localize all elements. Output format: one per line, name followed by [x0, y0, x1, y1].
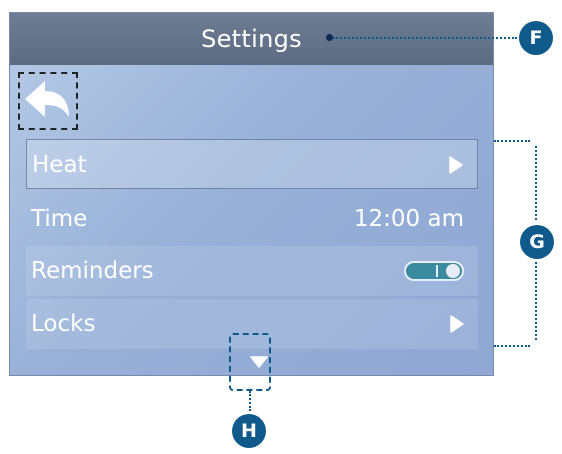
- callout-h-box: [229, 333, 271, 391]
- back-button[interactable]: [18, 72, 78, 130]
- menu-row-reminders[interactable]: Reminders: [26, 246, 478, 296]
- chevron-right-icon: [450, 315, 464, 333]
- time-value: 12:00 am: [353, 206, 464, 232]
- menu-row-heat[interactable]: Heat: [26, 139, 478, 189]
- title-bar: Settings: [10, 13, 493, 65]
- menu-row-label: Time: [31, 206, 88, 232]
- callout-f-leader: [333, 37, 517, 39]
- toggle-knob: [446, 264, 460, 278]
- menu-row-label: Locks: [31, 311, 96, 337]
- callout-f-dot: [326, 34, 333, 41]
- callout-g-bracket-side-lower: [535, 262, 537, 340]
- callout-f-badge: F: [519, 21, 553, 55]
- back-arrow-icon: [25, 81, 69, 117]
- callout-g-bracket-bottom: [494, 345, 530, 347]
- page-title: Settings: [201, 25, 302, 53]
- reminders-toggle[interactable]: [404, 261, 464, 281]
- menu-row-label: Heat: [32, 152, 87, 178]
- menu-row-label: Reminders: [31, 258, 154, 284]
- callout-g-bracket-side-upper: [535, 146, 537, 220]
- callout-h-leader: [249, 391, 251, 411]
- callout-h-badge: H: [232, 414, 266, 448]
- menu-row-time[interactable]: Time 12:00 am: [26, 194, 478, 244]
- callout-g-badge: G: [520, 225, 554, 259]
- chevron-right-icon: [449, 156, 463, 174]
- spa-settings-screen: Settings Heat Time 12:00 am Reminders Lo…: [9, 12, 494, 376]
- callout-g-bracket-top: [494, 140, 530, 142]
